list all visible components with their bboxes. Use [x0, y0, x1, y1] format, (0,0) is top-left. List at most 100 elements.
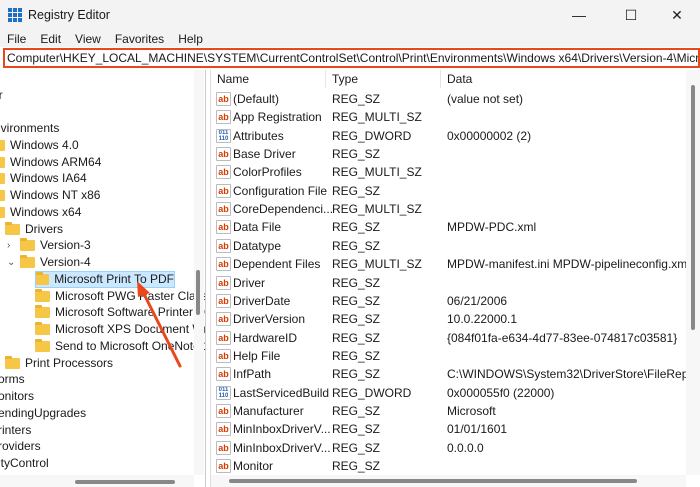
- value-row[interactable]: 011 110 Attributes REG_DWORD 0x00000002 (2): [211, 127, 686, 145]
- value-row[interactable]: ab Configuration File REG_SZ: [211, 182, 686, 200]
- folder-icon: [5, 355, 20, 369]
- window-title: Registry Editor: [28, 8, 110, 22]
- value-row[interactable]: ab DriverDate REG_SZ 06/21/2006: [211, 292, 686, 310]
- string-value-icon: ab: [216, 330, 231, 345]
- folder-icon: [35, 305, 50, 319]
- tree-node[interactable]: Windows NT x86: [0, 187, 100, 204]
- value-row[interactable]: 011 110 LastServicedBuild REG_DWORD 0x00005…: [211, 384, 686, 402]
- value-row[interactable]: ab Monitor REG_SZ: [211, 457, 686, 475]
- list-horizontal-scrollbar[interactable]: [211, 475, 686, 487]
- string-value-icon: ab: [216, 275, 231, 290]
- value-row[interactable]: ab HardwareID REG_SZ {084f01fa-e634-4d77-83…: [211, 329, 686, 347]
- string-value-icon: ab: [216, 110, 231, 125]
- menu-view[interactable]: View: [75, 32, 101, 46]
- close-button[interactable]: ✕: [654, 0, 700, 30]
- tree-node[interactable]: Print Processors: [5, 355, 113, 372]
- tree-node[interactable]: Windows IA64: [0, 170, 87, 187]
- tree-node[interactable]: Send to Microsoft OneNote 16 Driver: [35, 338, 205, 355]
- value-name: CoreDependenci...: [233, 202, 334, 217]
- tree-node-label: roviders: [0, 439, 41, 454]
- title-bar: Registry Editor — ☐ ✕: [0, 0, 700, 30]
- tree-node[interactable]: er: [0, 87, 3, 104]
- address-bar[interactable]: Computer\HKEY_LOCAL_MACHINE\SYSTEM\Curre…: [3, 48, 700, 68]
- value-row[interactable]: ab Data File REG_SZ MPDW-PDC.xml: [211, 218, 686, 236]
- tree-node[interactable]: ityControl: [0, 455, 49, 472]
- string-value-icon: ab: [216, 147, 231, 162]
- chevron-right-icon[interactable]: ›: [7, 237, 10, 254]
- tree-node-label: er: [0, 87, 3, 104]
- maximize-button[interactable]: ☐: [608, 0, 654, 30]
- column-type[interactable]: Type: [326, 70, 441, 88]
- column-header: Name Type Data: [211, 70, 686, 88]
- scrollbar-thumb[interactable]: [196, 270, 200, 315]
- list-vertical-scrollbar[interactable]: [686, 70, 700, 475]
- value-type: REG_MULTI_SZ: [332, 110, 422, 125]
- value-name: Datatype: [233, 238, 282, 253]
- scrollbar-thumb[interactable]: [229, 479, 637, 483]
- value-row[interactable]: ab Datatype REG_SZ: [211, 237, 686, 255]
- tree-node[interactable]: Microsoft PWG Raster Class Driver: [35, 288, 205, 305]
- value-row[interactable]: ab Manufacturer REG_SZ Microsoft: [211, 402, 686, 420]
- folder-icon: [5, 221, 20, 235]
- string-value-icon: ab: [216, 238, 231, 253]
- value-row[interactable]: ab (Default) REG_SZ (value not set): [211, 90, 686, 108]
- tree-horizontal-scrollbar[interactable]: [0, 475, 194, 487]
- tree-node-label: Windows x64: [10, 204, 82, 219]
- value-row[interactable]: ab ColorProfiles REG_MULTI_SZ: [211, 163, 686, 181]
- value-row[interactable]: ab MinInboxDriverV... REG_SZ 01/01/1601: [211, 420, 686, 438]
- value-type: REG_SZ: [332, 330, 381, 345]
- tree-node[interactable]: Microsoft Print To PDF: [35, 270, 175, 288]
- column-name[interactable]: Name: [211, 70, 326, 88]
- value-row[interactable]: ab InfPath REG_SZ C:\WINDOWS\System32\Drive…: [211, 365, 700, 383]
- value-row[interactable]: ab Dependent Files REG_MULTI_SZ MPDW-manife…: [211, 255, 690, 273]
- menu-edit[interactable]: Edit: [40, 32, 61, 46]
- menu-favorites[interactable]: Favorites: [115, 32, 164, 46]
- tree-node[interactable]: › Version-3: [7, 237, 91, 254]
- value-row[interactable]: ab Help File REG_SZ: [211, 347, 686, 365]
- tree-node[interactable]: Microsoft Software Printer Driver: [35, 304, 205, 321]
- tree-node[interactable]: Windows 4.0: [0, 137, 79, 154]
- tree-node[interactable]: ⌄ Version-4: [7, 254, 91, 271]
- tree-node-label: endingUpgrades: [0, 405, 87, 420]
- tree-node-label: orms: [0, 372, 25, 387]
- value-row[interactable]: ab CoreDependenci... REG_MULTI_SZ: [211, 200, 686, 218]
- scrollbar-thumb[interactable]: [75, 480, 175, 484]
- tree-node[interactable]: rinters: [0, 422, 31, 439]
- binary-value-icon: 011 110: [216, 385, 231, 400]
- tree-node-label: Print Processors: [25, 355, 114, 370]
- minimize-button[interactable]: —: [556, 0, 602, 30]
- scrollbar-thumb[interactable]: [691, 85, 695, 330]
- menu-file[interactable]: File: [7, 32, 26, 46]
- value-type: REG_SZ: [332, 147, 381, 162]
- tree-node-label: Microsoft Print To PDF: [54, 271, 174, 286]
- value-data: 0x00000002 (2): [447, 128, 532, 143]
- value-row[interactable]: ab DriverVersion REG_SZ 10.0.22000.1: [211, 310, 686, 328]
- tree-node[interactable]: onitors: [0, 388, 34, 405]
- string-value-icon: ab: [216, 165, 231, 180]
- tree-node[interactable]: Windows ARM64: [0, 154, 101, 171]
- value-row[interactable]: ab Base Driver REG_SZ: [211, 145, 686, 163]
- value-name: HardwareID: [233, 330, 298, 345]
- tree-node[interactable]: Microsoft XPS Document Writer v4: [35, 321, 205, 338]
- tree-node[interactable]: Windows x64: [0, 204, 81, 221]
- chevron-down-icon[interactable]: ⌄: [7, 254, 15, 271]
- value-name: Dependent Files: [233, 257, 321, 272]
- value-row[interactable]: ab MinInboxDriverV... REG_SZ 0.0.0.0: [211, 439, 686, 457]
- value-row[interactable]: ab App Registration REG_MULTI_SZ: [211, 108, 686, 126]
- value-data: 10.0.22000.1: [447, 312, 518, 327]
- menu-help[interactable]: Help: [178, 32, 203, 46]
- tree-vertical-scrollbar[interactable]: [194, 70, 204, 475]
- tree-node[interactable]: nvironments: [0, 120, 59, 137]
- tree-node[interactable]: Drivers: [5, 221, 63, 238]
- value-name: DriverVersion: [233, 312, 306, 327]
- value-type: REG_SZ: [332, 238, 381, 253]
- tree-node[interactable]: orms: [0, 371, 25, 388]
- value-type: REG_SZ: [332, 312, 381, 327]
- tree-node[interactable]: roviders: [0, 438, 41, 455]
- value-row[interactable]: ab Driver REG_SZ: [211, 274, 686, 292]
- value-type: REG_DWORD: [332, 128, 412, 143]
- column-data[interactable]: Data: [441, 70, 686, 88]
- tree-node[interactable]: endingUpgrades: [0, 405, 86, 422]
- value-name: Manufacturer: [233, 403, 304, 418]
- value-type: REG_MULTI_SZ: [332, 202, 422, 217]
